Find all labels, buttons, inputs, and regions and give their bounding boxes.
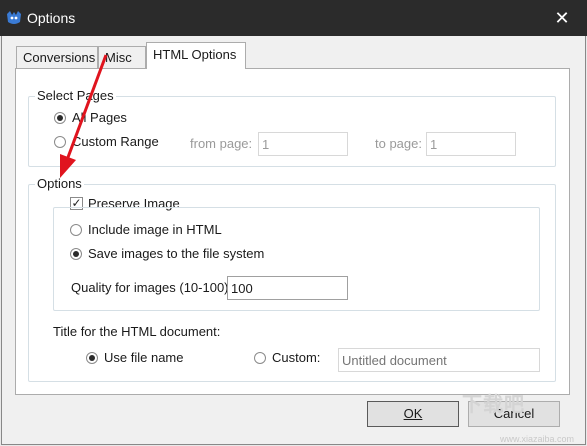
title-bar: Options ✕ — [0, 0, 587, 36]
custom-title-label[interactable]: Custom: — [272, 350, 320, 365]
custom-range-radio[interactable] — [54, 136, 66, 148]
app-logo-icon — [7, 11, 21, 24]
use-file-name-label[interactable]: Use file name — [104, 350, 183, 365]
quality-label: Quality for images (10-100) — [71, 280, 229, 295]
from-page-label: from page: — [190, 136, 253, 151]
close-icon[interactable]: ✕ — [551, 7, 573, 29]
watermark-logo: 下载吧 — [462, 394, 525, 416]
select-pages-label: Select Pages — [35, 88, 116, 103]
custom-title-radio[interactable] — [254, 352, 266, 364]
tab-html-options[interactable]: HTML Options — [146, 42, 246, 69]
include-image-label[interactable]: Include image in HTML — [88, 222, 222, 237]
tab-misc[interactable]: Misc — [98, 46, 146, 68]
use-file-name-radio[interactable] — [86, 352, 98, 364]
include-image-radio[interactable] — [70, 224, 82, 236]
custom-title-input[interactable] — [338, 348, 540, 372]
to-page-input[interactable] — [426, 132, 516, 156]
custom-range-label[interactable]: Custom Range — [72, 134, 159, 149]
options-label: Options — [35, 176, 84, 191]
save-images-radio[interactable] — [70, 248, 82, 260]
from-page-input[interactable] — [258, 132, 348, 156]
watermark-url: www.xiazaiba.com — [500, 434, 575, 444]
html-title-label: Title for the HTML document: — [53, 324, 221, 339]
all-pages-label[interactable]: All Pages — [72, 110, 127, 125]
window-title: Options — [27, 10, 76, 26]
tab-conversions[interactable]: Conversions — [16, 46, 98, 68]
save-images-label[interactable]: Save images to the file system — [88, 246, 264, 261]
ok-button[interactable]: OK — [367, 401, 459, 427]
to-page-label: to page: — [375, 136, 422, 151]
all-pages-radio[interactable] — [54, 112, 66, 124]
quality-input[interactable] — [227, 276, 348, 300]
